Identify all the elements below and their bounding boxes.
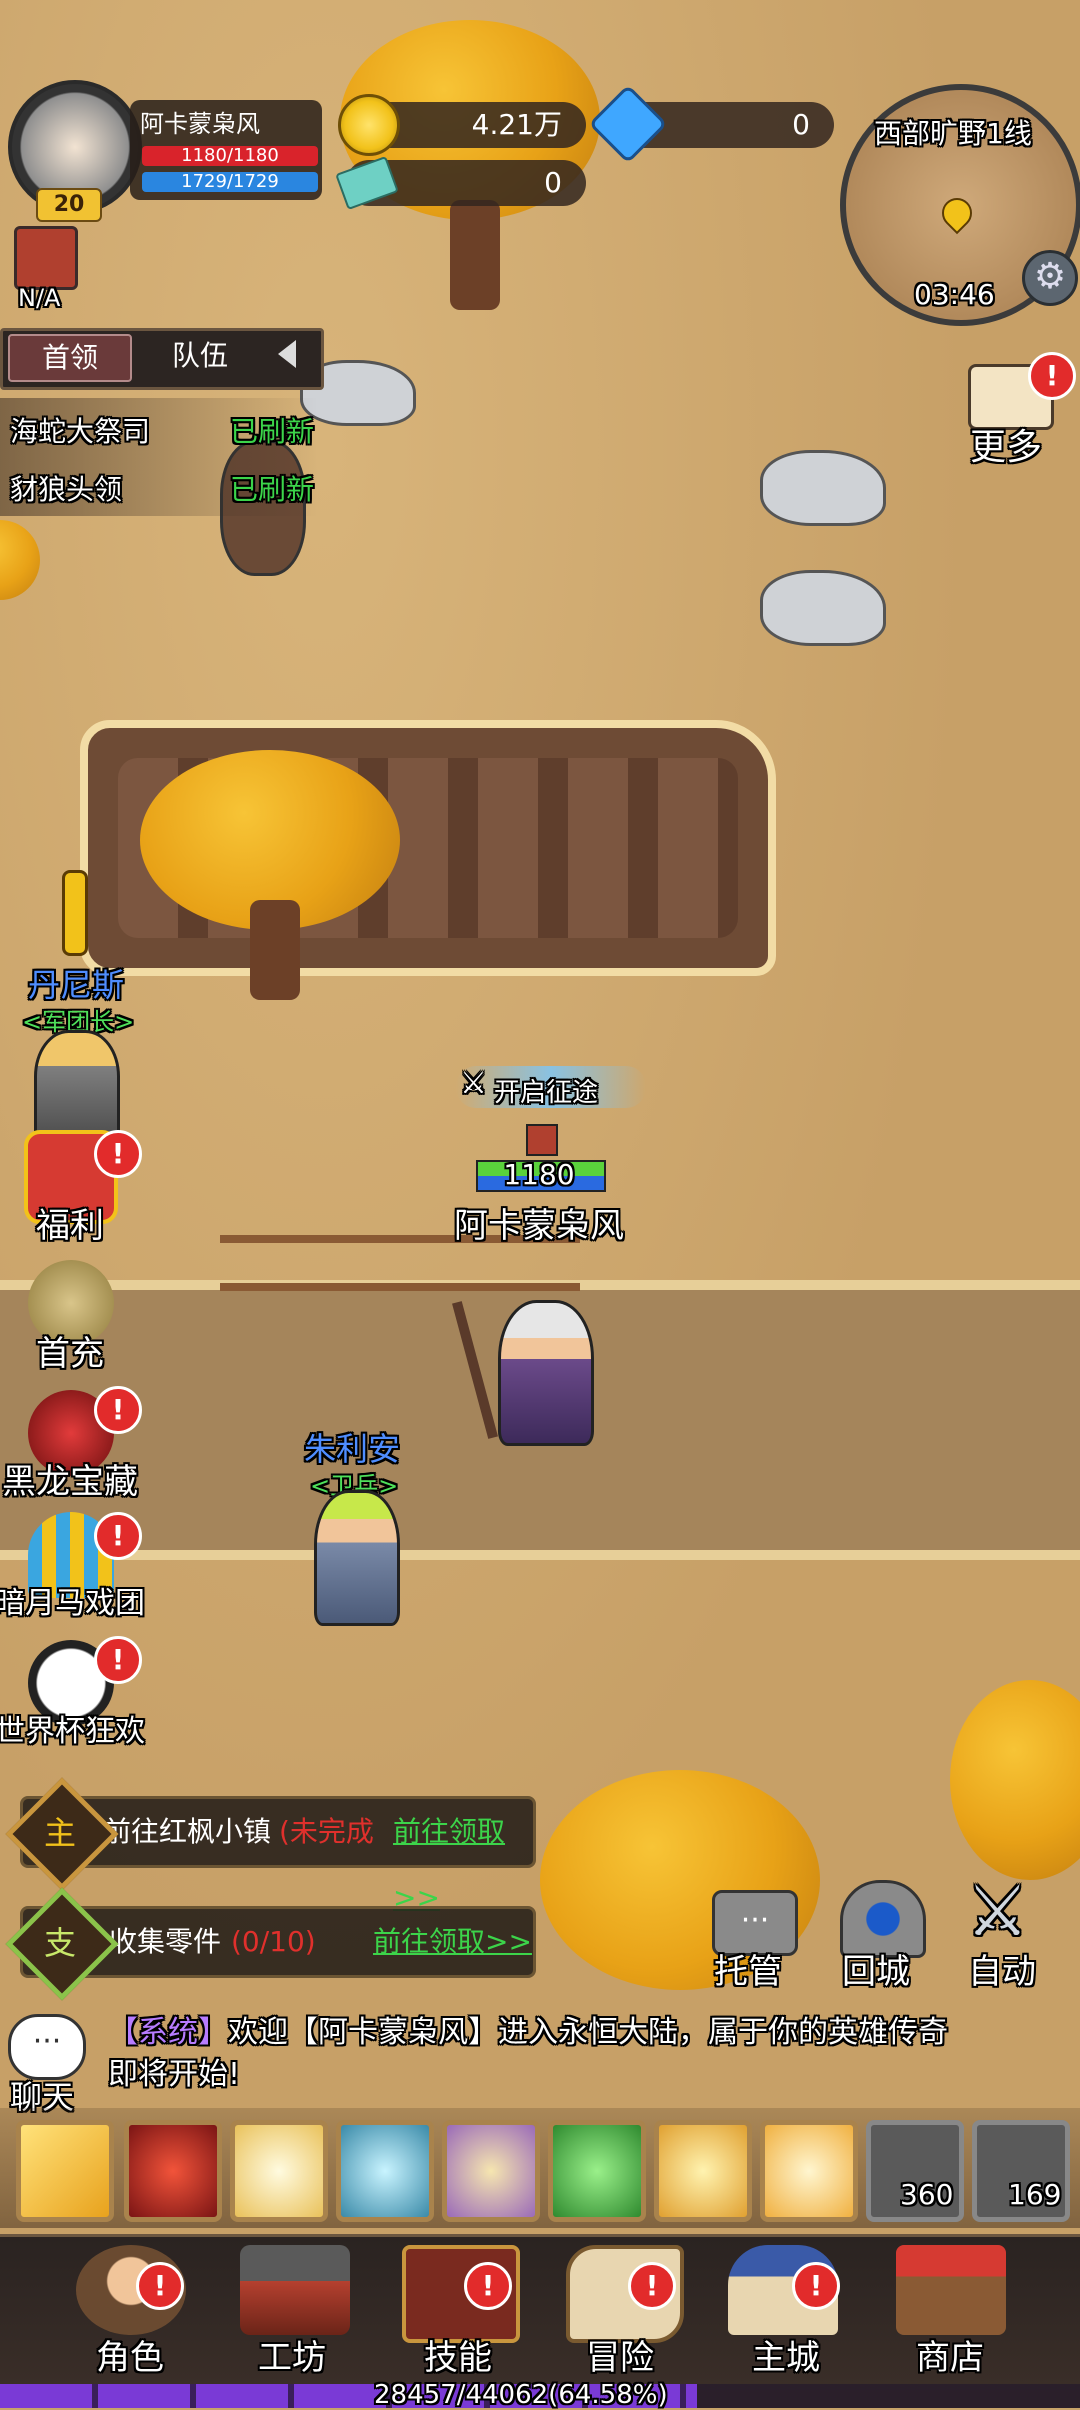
quest-text: 收集零件 <box>109 1925 222 1958</box>
mount-label: N/A <box>18 284 61 312</box>
crossed-swords-icon[interactable]: ⚔ <box>966 1870 1029 1952</box>
more-label[interactable]: 更多 <box>970 418 1042 470</box>
boss-name[interactable]: 海蛇大祭司 <box>10 410 150 450</box>
welfare-label[interactable]: 福利 <box>0 1198 140 1247</box>
auto-battle-label[interactable]: 自动 <box>968 1944 1036 1993</box>
tab-team[interactable]: 队伍 <box>140 334 260 378</box>
journey-label[interactable]: 开启征途 <box>494 1072 598 1109</box>
skill-alert-badge: ! <box>464 2262 512 2310</box>
boss-status: 已刷新 <box>230 415 315 448</box>
nav-adventure-label[interactable]: 冒险 <box>550 2330 690 2379</box>
tree-trunk <box>250 900 300 1000</box>
nav-workshop-label[interactable]: 工坊 <box>222 2330 362 2379</box>
main-quest-type: 主 <box>43 1814 76 1852</box>
tab-boss[interactable]: 首领 <box>8 334 132 382</box>
npc-dennis[interactable] <box>34 1030 120 1146</box>
crystal-shield-skill-icon[interactable] <box>336 2120 434 2222</box>
gold-coin-icon <box>338 94 400 156</box>
quest-status: (未完成 <box>279 1815 374 1848</box>
tree-trunk <box>450 200 500 310</box>
minimap-zone-name: 西部旷野1线 <box>874 117 1032 150</box>
worldcup-alert-badge: ! <box>94 1636 142 1684</box>
nav-shop-label[interactable]: 商店 <box>880 2330 1020 2379</box>
boss-name[interactable]: 豺狼头领 <box>10 468 122 508</box>
lightning-skill-icon[interactable] <box>16 2120 114 2222</box>
shield-skill-icon[interactable] <box>230 2120 328 2222</box>
auto-manage-label[interactable]: 托管 <box>714 1944 782 1993</box>
boss-status: 已刷新 <box>230 473 315 506</box>
hand-skill-icon[interactable] <box>548 2120 646 2222</box>
welfare-alert-badge: ! <box>94 1130 142 1178</box>
hero-hp-value: 1180 <box>503 1158 575 1191</box>
hero-name: 阿卡蒙枭风 <box>454 1206 624 1246</box>
bread-item-count: 360 <box>900 2178 954 2211</box>
player-hp-bar: 1180/1180 <box>142 146 318 166</box>
adventure-alert-badge: ! <box>628 2262 676 2310</box>
quest-action-link[interactable]: 前往领取>> <box>373 1909 532 1975</box>
nav-city-label[interactable]: 主城 <box>716 2330 856 2379</box>
hero-mount-icon <box>526 1124 558 1156</box>
wolf-monster[interactable] <box>760 570 886 646</box>
first-recharge-label[interactable]: 首充 <box>0 1326 140 1375</box>
npc-julian[interactable] <box>314 1490 400 1626</box>
player-name: 阿卡蒙枭风 <box>140 110 260 138</box>
more-alert-badge: ! <box>1028 352 1076 400</box>
nav-character-label[interactable]: 角色 <box>60 2330 200 2379</box>
shop-stall-nav-icon[interactable] <box>896 2245 1006 2335</box>
crown-skill-icon[interactable] <box>654 2120 752 2222</box>
vortex-skill-icon[interactable] <box>442 2120 540 2222</box>
minimap-time: 03:46 <box>914 278 995 311</box>
collapse-arrow-icon[interactable] <box>278 340 296 368</box>
burst-skill-icon[interactable] <box>760 2120 858 2222</box>
hero-character[interactable] <box>498 1300 594 1446</box>
dragon-alert-badge: ! <box>94 1386 142 1434</box>
player-level-badge: 20 <box>36 188 102 222</box>
mount-icon[interactable] <box>14 226 78 290</box>
potion-item-count: 169 <box>1008 2178 1062 2211</box>
circus-alert-badge: ! <box>94 1512 142 1560</box>
npc-name: 朱利安 <box>304 1430 401 1468</box>
return-city-label[interactable]: 回城 <box>842 1944 910 1993</box>
chat-message: 【系统】欢迎【阿卡蒙枭风】进入永恒大陆，属于你的英雄传奇即将开始! <box>108 2012 968 2096</box>
skull-skill-icon[interactable] <box>124 2120 222 2222</box>
quest-text: 前往红枫小镇 <box>103 1815 272 1848</box>
city-alert-badge: ! <box>792 2262 840 2310</box>
character-alert-badge: ! <box>136 2262 184 2310</box>
exp-text: 28457/44062(64.58%) <box>374 2380 668 2410</box>
quest-exclamation-icon <box>62 870 88 956</box>
circus-label[interactable]: 暗月马戏团 <box>0 1578 146 1622</box>
quest-status: (0/10) <box>231 1925 316 1958</box>
wolf-monster[interactable] <box>760 450 886 526</box>
chat-bubble-icon[interactable]: ··· <box>8 2014 86 2080</box>
swords-icon: ⚔ <box>460 1066 487 1101</box>
nav-skills-label[interactable]: 技能 <box>388 2330 528 2379</box>
black-dragon-label[interactable]: 黑龙宝藏 <box>0 1454 140 1503</box>
npc-name: 丹尼斯 <box>28 966 125 1004</box>
side-quest-type: 支 <box>43 1924 76 1962</box>
worldcup-label[interactable]: 世界杯狂欢 <box>0 1706 146 1750</box>
player-mp-bar: 1729/1729 <box>142 172 318 192</box>
anvil-nav-icon[interactable] <box>240 2245 350 2335</box>
chat-text: 欢迎【阿卡蒙枭风】进入永恒大陆，属于你的英雄传奇即将开始! <box>108 2015 948 2092</box>
chat-system-tag: 【系统】 <box>108 2015 228 2050</box>
settings-gear-icon[interactable]: ⚙ <box>1022 250 1078 306</box>
